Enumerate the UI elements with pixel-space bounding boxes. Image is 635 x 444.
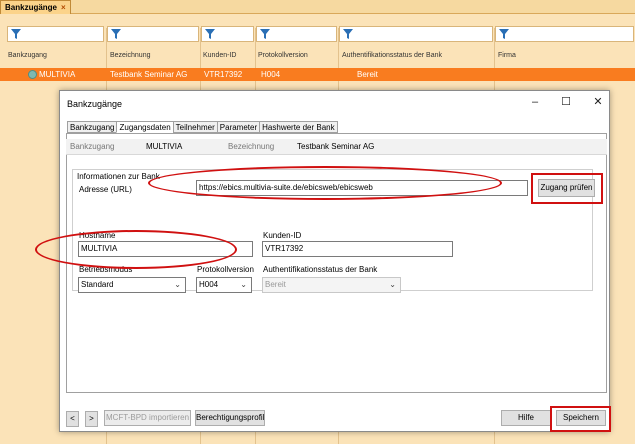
betriebsmodus-select[interactable]: Standard ⌄	[78, 277, 186, 293]
table-row-selected[interactable]: MULTIVIA Testbank Seminar AG VTR17392 H0…	[0, 68, 635, 81]
import-button: MCFT-BPD importieren	[104, 410, 191, 426]
filter-icon	[111, 29, 121, 39]
filter-icon	[11, 29, 21, 39]
filter-cell-bankzugang[interactable]	[7, 26, 104, 42]
filter-cell-kunden-id[interactable]	[201, 26, 254, 42]
tab-hashwerte[interactable]: Hashwerte der Bank	[259, 121, 338, 133]
kunden-id-label: Kunden-ID	[263, 231, 302, 240]
next-button[interactable]: >	[85, 411, 98, 427]
filter-icon	[499, 29, 509, 39]
group-title: Informationen zur Bank	[77, 172, 160, 181]
filter-cell-firma[interactable]	[495, 26, 634, 42]
bankzugang-value: MULTIVIA	[146, 142, 183, 151]
auth-status-value: Bereit	[265, 280, 286, 289]
tab-close-icon[interactable]: ×	[61, 1, 66, 14]
bezeichnung-label: Bezeichnung	[228, 142, 275, 151]
help-button[interactable]: Hilfe	[501, 410, 551, 426]
address-label: Adresse (URL)	[79, 185, 132, 194]
highlight-ellipse-hostname	[35, 230, 237, 269]
filter-icon	[260, 29, 270, 39]
column-header[interactable]: Kunden-ID	[203, 52, 236, 59]
kunden-id-input[interactable]: VTR17392	[262, 241, 453, 257]
column-header[interactable]: Protokollversion	[258, 52, 308, 59]
maximize-icon[interactable]: ☐	[558, 95, 574, 109]
tab-parameter[interactable]: Parameter	[216, 121, 260, 133]
auth-status-label: Authentifikationsstatus der Bank	[263, 265, 378, 274]
tab-label: Bankzugänge	[5, 3, 58, 12]
bankzugang-label: Bankzugang	[70, 142, 115, 151]
auth-status-select: Bereit ⌄	[262, 277, 401, 293]
chevron-down-icon: ⌄	[389, 280, 396, 289]
cell-kunden-id: VTR17392	[204, 70, 243, 79]
close-icon[interactable]: ✕	[590, 95, 606, 109]
chevron-down-icon: ⌄	[174, 280, 181, 289]
filter-cell-bezeichnung[interactable]	[107, 26, 199, 42]
cell-protokoll: H004	[261, 70, 281, 79]
chevron-down-icon: ⌄	[240, 280, 247, 289]
dialog-title: Bankzugänge	[67, 99, 123, 109]
cell-bezeichnung: Testbank Seminar AG	[110, 70, 188, 79]
column-header[interactable]: Firma	[498, 52, 516, 59]
tab-zugangsdaten[interactable]: Zugangsdaten	[116, 121, 173, 133]
rights-profile-button[interactable]: Berechtigungsprofil	[195, 410, 265, 426]
minimize-icon[interactable]: –	[527, 95, 543, 109]
bankzugaenge-dialog: Bankzugänge – ☐ ✕ Bankzugang Zugangsdate…	[35, 90, 611, 432]
protokollversion-select[interactable]: H004 ⌄	[196, 277, 252, 293]
filter-cell-status[interactable]	[339, 26, 493, 42]
prev-button[interactable]: <	[66, 411, 79, 427]
tab-teilnehmer[interactable]: Teilnehmer	[172, 121, 217, 133]
header-infobar: Bankzugang MULTIVIA Bezeichnung Testbank…	[66, 139, 607, 155]
column-header[interactable]: Bezeichnung	[110, 52, 150, 59]
cell-status: Bereit	[357, 70, 378, 79]
status-dot-icon	[28, 70, 37, 79]
filter-icon	[343, 29, 353, 39]
tab-bankzugaenge[interactable]: Bankzugänge ×	[0, 0, 71, 14]
highlight-box-pruefen	[531, 173, 603, 204]
filter-cell-protokoll[interactable]	[256, 26, 337, 42]
column-header[interactable]: Bankzugang	[8, 52, 47, 59]
highlight-box-save	[550, 406, 611, 432]
column-header[interactable]: Authentifikationsstatus der Bank	[342, 52, 442, 59]
tab-bankzugang[interactable]: Bankzugang	[67, 121, 117, 133]
highlight-ellipse-url	[148, 166, 502, 200]
filter-icon	[205, 29, 215, 39]
protokollversion-label: Protokollversion	[197, 265, 254, 274]
betriebsmodus-value: Standard	[81, 280, 114, 289]
app-tabbar: Bankzugänge ×	[0, 0, 635, 14]
cell-bankzugang: MULTIVIA	[39, 70, 76, 79]
bezeichnung-value: Testbank Seminar AG	[297, 142, 375, 151]
protokollversion-value: H004	[199, 280, 219, 289]
